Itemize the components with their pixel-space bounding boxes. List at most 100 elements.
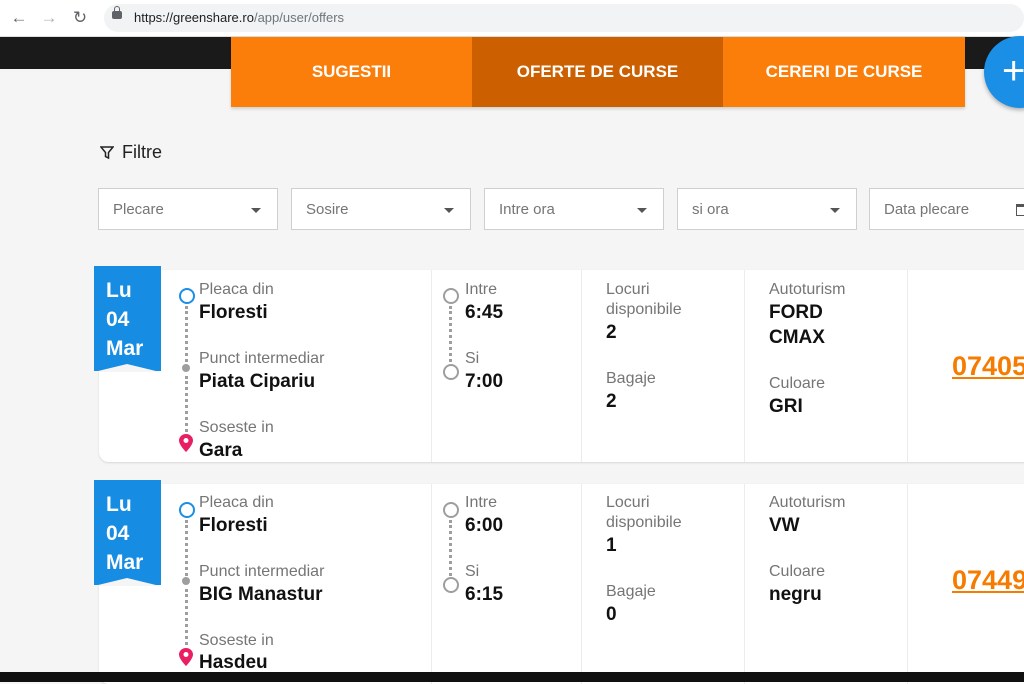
intermediate-label: Punct intermediar [199, 563, 325, 580]
departure-select[interactable]: Plecare [98, 188, 278, 230]
offer-tabs: SUGESTII OFERTE DE CURSE CERERI DE CURSE [231, 37, 965, 107]
time-line [449, 306, 452, 362]
os-taskbar [0, 672, 1024, 682]
seats-label: Locuri [606, 494, 650, 511]
color-label: Culoare [769, 563, 826, 580]
departure-label: Pleaca din [199, 281, 274, 298]
route-line [185, 376, 188, 432]
address-bar[interactable]: https://greenshare.ro/app/user/offers [104, 4, 1024, 32]
chevron-down-icon [637, 208, 647, 213]
reload-icon[interactable]: ↻ [70, 8, 90, 28]
forward-arrow-icon[interactable]: → [39, 8, 59, 28]
column-divider [744, 484, 745, 684]
tab-oferte-de-curse[interactable]: OFERTE DE CURSE [472, 37, 723, 107]
tab-sugestii[interactable]: SUGESTII [231, 37, 472, 107]
car-label: Autoturism [769, 494, 846, 511]
location-pin-icon [179, 434, 193, 452]
color-label: Culoare [769, 375, 826, 392]
chevron-down-icon [830, 208, 840, 213]
tab-cereri-de-curse[interactable]: CERERI DE CURSE [723, 37, 965, 107]
time-from-value: 6:45 [465, 302, 504, 323]
column-divider [431, 484, 432, 684]
seats-label: disponibile [606, 514, 682, 531]
chevron-down-icon [444, 208, 454, 213]
departure-value: Floresti [199, 515, 268, 536]
departure-value: Floresti [199, 302, 268, 323]
intermediate-dot-icon [182, 577, 190, 585]
color-value: GRI [769, 396, 803, 417]
car-value: FORD [769, 302, 823, 323]
time-start-circle-icon [443, 502, 459, 518]
back-arrow-icon[interactable]: ← [9, 8, 29, 28]
luggage-label: Bagaje [606, 583, 656, 600]
time-from-label: Intre [465, 281, 498, 298]
arrival-placeholder: Sosire [306, 201, 349, 218]
arrival-label: Soseste in [199, 632, 274, 649]
departure-circle-icon [179, 288, 195, 304]
time-from-label: Intre [465, 494, 498, 511]
seats-label: disponibile [606, 301, 682, 318]
time-from-select[interactable]: Intre ora [484, 188, 664, 230]
phone-link[interactable]: 07405 [952, 351, 1024, 382]
seats-value: 1 [606, 535, 617, 556]
time-line [449, 520, 452, 576]
departure-circle-icon [179, 502, 195, 518]
time-end-circle-icon [443, 364, 459, 380]
date-day: Lu [106, 279, 132, 302]
filters-heading[interactable]: Filtre [100, 142, 162, 163]
date-number: 04 [106, 522, 130, 545]
departure-date-input[interactable]: Data plecare [869, 188, 1024, 230]
chevron-down-icon [251, 208, 261, 213]
intermediate-label: Punct intermediar [199, 350, 325, 367]
column-divider [744, 270, 745, 462]
filter-icon [100, 145, 114, 159]
intermediate-dot-icon [182, 364, 190, 372]
location-pin-icon [179, 648, 193, 666]
time-to-label: Si [465, 350, 480, 367]
date-number: 04 [106, 308, 130, 331]
column-divider [907, 270, 908, 462]
departure-date-placeholder: Data plecare [884, 201, 970, 218]
departure-placeholder: Plecare [113, 201, 164, 218]
car-value: CMAX [769, 327, 825, 348]
date-month: Mar [106, 337, 144, 360]
phone-link[interactable]: 07449 [952, 565, 1024, 596]
time-from-placeholder: Intre ora [499, 201, 555, 218]
column-divider [581, 270, 582, 462]
luggage-value: 0 [606, 604, 617, 625]
route-line [185, 306, 188, 362]
arrival-value: Gara [199, 440, 243, 461]
time-to-placeholder: si ora [692, 201, 729, 218]
time-end-circle-icon [443, 577, 459, 593]
arrival-label: Soseste in [199, 419, 274, 436]
time-start-circle-icon [443, 288, 459, 304]
lock-icon [112, 6, 122, 19]
arrival-value: Hasdeu [199, 652, 268, 673]
date-day: Lu [106, 493, 132, 516]
date-month: Mar [106, 551, 144, 574]
filters-title: Filtre [122, 142, 162, 162]
time-to-label: Si [465, 563, 480, 580]
time-to-value: 7:00 [465, 371, 504, 392]
departure-label: Pleaca din [199, 494, 274, 511]
route-line [185, 520, 188, 576]
luggage-label: Bagaje [606, 370, 656, 387]
date-badge: Lu 04 Mar [94, 266, 161, 372]
time-to-value: 6:15 [465, 584, 504, 605]
intermediate-value: BIG Manastur [199, 584, 323, 605]
intermediate-value: Piata Cipariu [199, 371, 316, 392]
route-line [185, 589, 188, 645]
time-from-value: 6:00 [465, 515, 504, 536]
seats-value: 2 [606, 322, 617, 343]
car-label: Autoturism [769, 281, 846, 298]
color-value: negru [769, 584, 822, 605]
date-badge: Lu 04 Mar [94, 480, 161, 586]
calendar-icon [1016, 204, 1024, 216]
column-divider [907, 484, 908, 684]
car-value: VW [769, 515, 800, 536]
column-divider [581, 484, 582, 684]
time-to-select[interactable]: si ora [677, 188, 857, 230]
arrival-select[interactable]: Sosire [291, 188, 471, 230]
seats-label: Locuri [606, 281, 650, 298]
url-text: https://greenshare.ro/app/user/offers [134, 10, 345, 25]
